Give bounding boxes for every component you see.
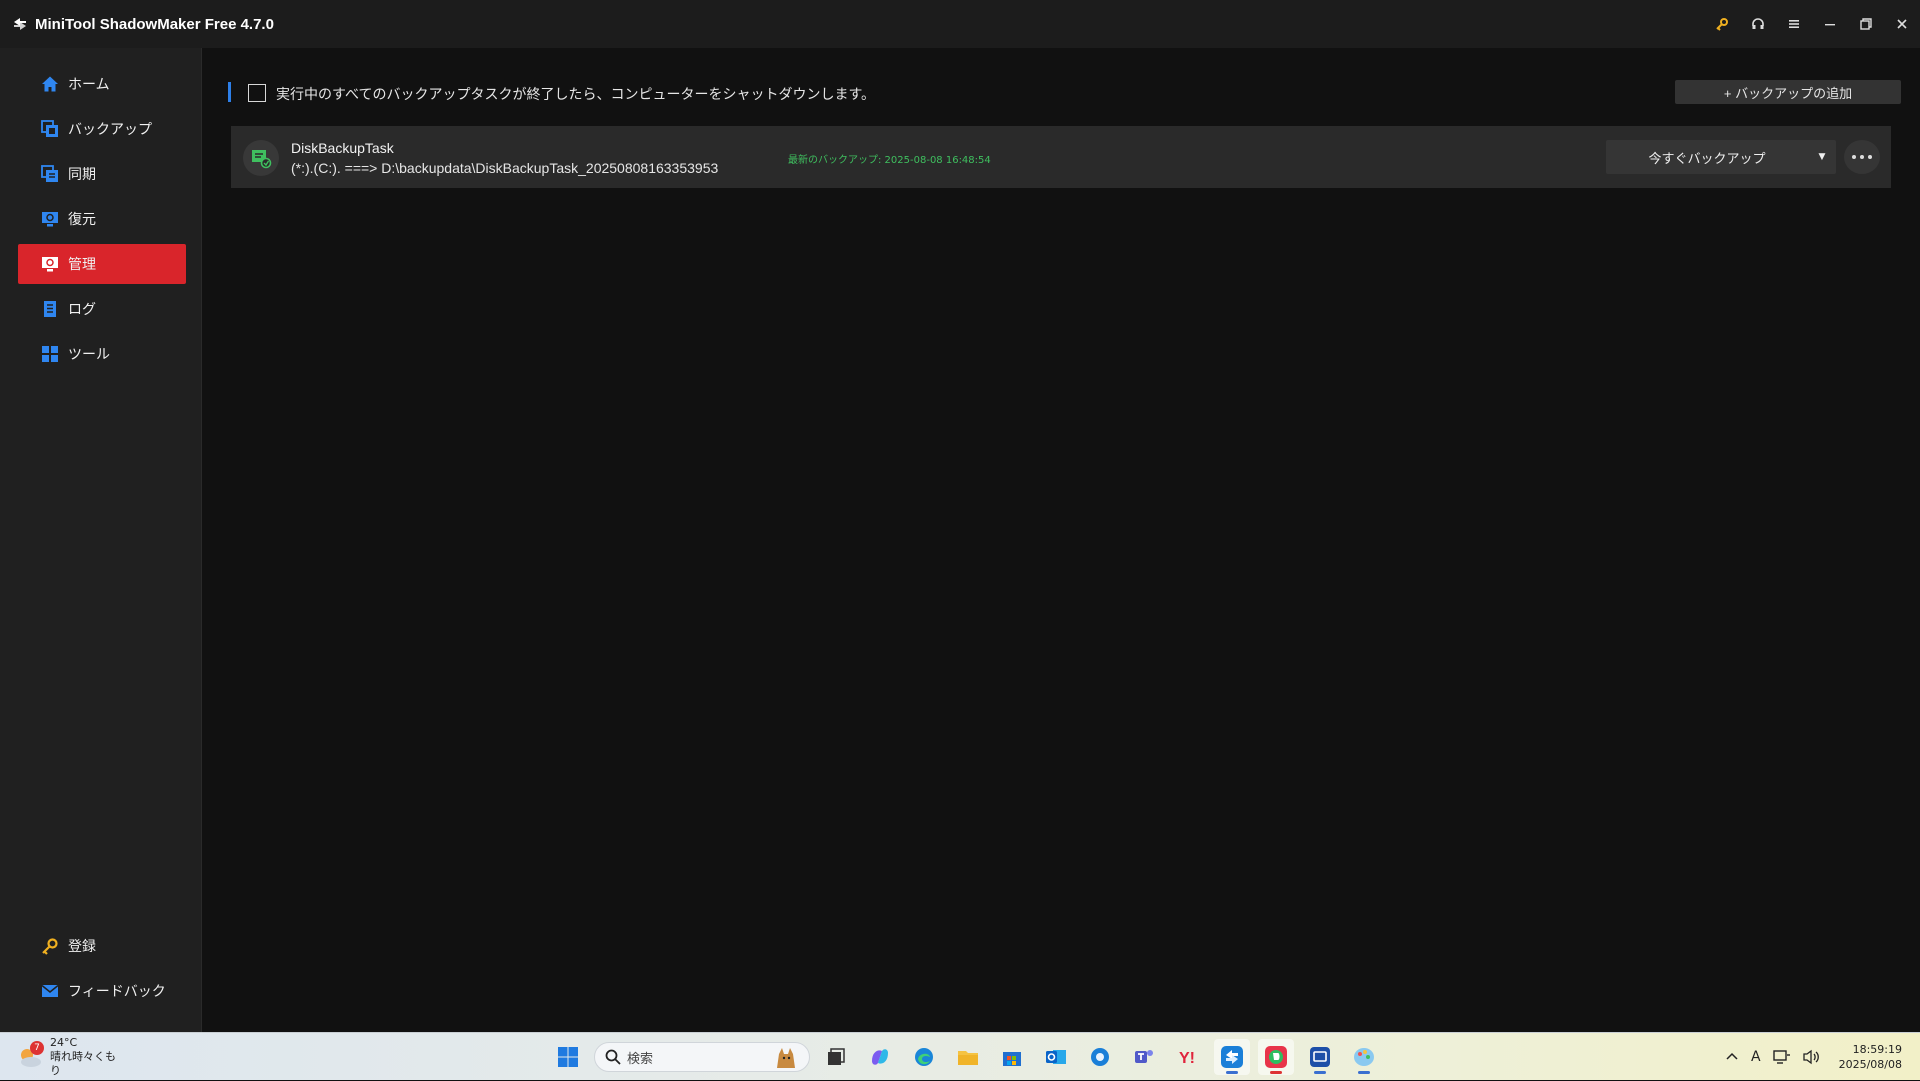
svg-text:Y!: Y!	[1179, 1050, 1195, 1067]
weather-desc: 晴れ時々くもり	[50, 1050, 116, 1077]
weather-icon: 7	[16, 1041, 44, 1071]
weather-temp: 24°C	[50, 1036, 78, 1049]
chevron-up-icon[interactable]	[1725, 1033, 1739, 1081]
menu-icon[interactable]	[1776, 0, 1812, 48]
system-tray: A 18:59:19 2025/08/08	[1719, 1033, 1920, 1081]
sidebar-item-backup[interactable]: バックアップ	[18, 109, 186, 149]
backup-now-button[interactable]: 今すぐバックアップ ▼	[1606, 140, 1836, 174]
paint-icon[interactable]	[1346, 1039, 1382, 1075]
sidebar-item-log[interactable]: ログ	[18, 289, 186, 329]
sidebar-item-label: バックアップ	[68, 122, 152, 138]
volume-icon[interactable]	[1802, 1033, 1821, 1081]
more-options-button[interactable]	[1844, 140, 1880, 174]
outlook-icon[interactable]	[1038, 1039, 1074, 1075]
main-panel: 実行中のすべてのバックアップタスクが終了したら、コンピューターをシャットダウンし…	[208, 48, 1920, 1032]
app-logo-icon	[11, 15, 29, 33]
mail-icon	[40, 981, 60, 1001]
ime-indicator[interactable]: A	[1751, 1033, 1761, 1081]
browser-icon[interactable]	[1082, 1039, 1118, 1075]
tools-icon	[40, 344, 60, 364]
log-icon	[40, 299, 60, 319]
taskbar-search[interactable]: 検索	[594, 1042, 810, 1072]
sidebar-item-sync[interactable]: 同期	[18, 154, 186, 194]
search-label: 検索	[627, 1051, 654, 1067]
sidebar-item-label: 登録	[68, 939, 96, 955]
minimize-icon[interactable]	[1812, 0, 1848, 48]
headset-icon[interactable]	[1740, 0, 1776, 48]
weather-badge: 7	[30, 1041, 44, 1055]
sidebar-item-label: 同期	[68, 167, 96, 183]
sidebar-item-register[interactable]: 登録	[18, 926, 186, 966]
task-name: DiskBackupTask	[291, 140, 394, 156]
backup-icon	[40, 119, 60, 139]
clock-date: 2025/08/08	[1838, 1058, 1902, 1071]
window-title: MiniTool ShadowMaker Free 4.7.0	[35, 15, 274, 33]
key-icon	[40, 936, 60, 956]
ellipsis-icon	[1852, 155, 1872, 159]
sidebar-item-label: ツール	[68, 347, 110, 363]
edge-icon[interactable]	[906, 1039, 942, 1075]
clock[interactable]: 18:59:19 2025/08/08	[1839, 1042, 1902, 1072]
yahoo-icon[interactable]: Y!	[1170, 1039, 1206, 1075]
sidebar-item-label: ホーム	[68, 77, 110, 93]
shutdown-label: 実行中のすべてのバックアップタスクが終了したら、コンピューターをシャットダウンし…	[276, 87, 876, 103]
close-icon[interactable]	[1884, 0, 1920, 48]
taskbar: 7 24°C 晴れ時々くもり 検索 Y! A 18:59:19 2025/08/…	[0, 1032, 1920, 1080]
app-window: MiniTool ShadowMaker Free 4.7.0 ホーム バックア…	[0, 0, 1920, 1032]
last-backup-time: 最新のバックアップ: 2025-08-08 16:48:54	[788, 155, 991, 166]
sidebar-item-label: 管理	[68, 257, 96, 273]
sidebar-item-label: フィードバック	[68, 984, 166, 1000]
clock-time: 18:59:19	[1852, 1043, 1902, 1056]
sidebar-item-feedback[interactable]: フィードバック	[18, 971, 186, 1011]
sidebar-item-label: 復元	[68, 212, 96, 228]
sidebar-item-manage[interactable]: 管理	[18, 244, 186, 284]
sidebar: ホーム バックアップ 同期 復元 管理 ログ ツール 登録 フィードバック	[0, 48, 202, 1032]
sync-icon	[40, 164, 60, 184]
title-bar: MiniTool ShadowMaker Free 4.7.0	[0, 0, 1920, 48]
key-icon[interactable]	[1704, 0, 1740, 48]
network-icon[interactable]	[1772, 1033, 1791, 1081]
shutdown-option: 実行中のすべてのバックアップタスクが終了したら、コンピューターをシャットダウンし…	[228, 82, 1908, 106]
disk-backup-task-icon	[243, 140, 279, 176]
home-icon	[40, 74, 60, 94]
sidebar-item-label: ログ	[68, 302, 96, 318]
sidebar-item-tools[interactable]: ツール	[18, 334, 186, 374]
store-icon[interactable]	[994, 1039, 1030, 1075]
evernote-icon[interactable]	[1258, 1039, 1294, 1075]
teams-icon[interactable]	[1126, 1039, 1162, 1075]
file-explorer-icon[interactable]	[950, 1039, 986, 1075]
manage-icon	[40, 254, 60, 274]
task-row: DiskBackupTask (*:).(C:). ===> D:\backup…	[231, 126, 1891, 188]
copilot-icon[interactable]	[862, 1039, 898, 1075]
remote-desktop-icon[interactable]	[1302, 1039, 1338, 1075]
cat-icon	[773, 1046, 799, 1074]
windows-icon	[558, 1047, 578, 1067]
task-view-icon[interactable]	[818, 1039, 854, 1075]
dropdown-arrow-icon[interactable]: ▼	[1808, 152, 1836, 162]
task-path: (*:).(C:). ===> D:\backupdata\DiskBackup…	[291, 160, 719, 176]
restore-window-icon[interactable]	[1848, 0, 1884, 48]
sidebar-item-home[interactable]: ホーム	[18, 64, 186, 104]
accent-bar	[228, 82, 231, 102]
restore-icon	[40, 209, 60, 229]
weather-widget[interactable]: 7 24°C 晴れ時々くもり	[16, 1036, 126, 1077]
shadowmaker-taskbar-icon[interactable]	[1214, 1039, 1250, 1075]
sidebar-item-restore[interactable]: 復元	[18, 199, 186, 239]
add-backup-button[interactable]: + バックアップの追加	[1675, 80, 1901, 104]
backup-now-label: 今すぐバックアップ	[1648, 151, 1766, 167]
shutdown-checkbox[interactable]	[248, 84, 266, 102]
search-icon	[605, 1049, 621, 1065]
start-button[interactable]	[550, 1039, 586, 1075]
